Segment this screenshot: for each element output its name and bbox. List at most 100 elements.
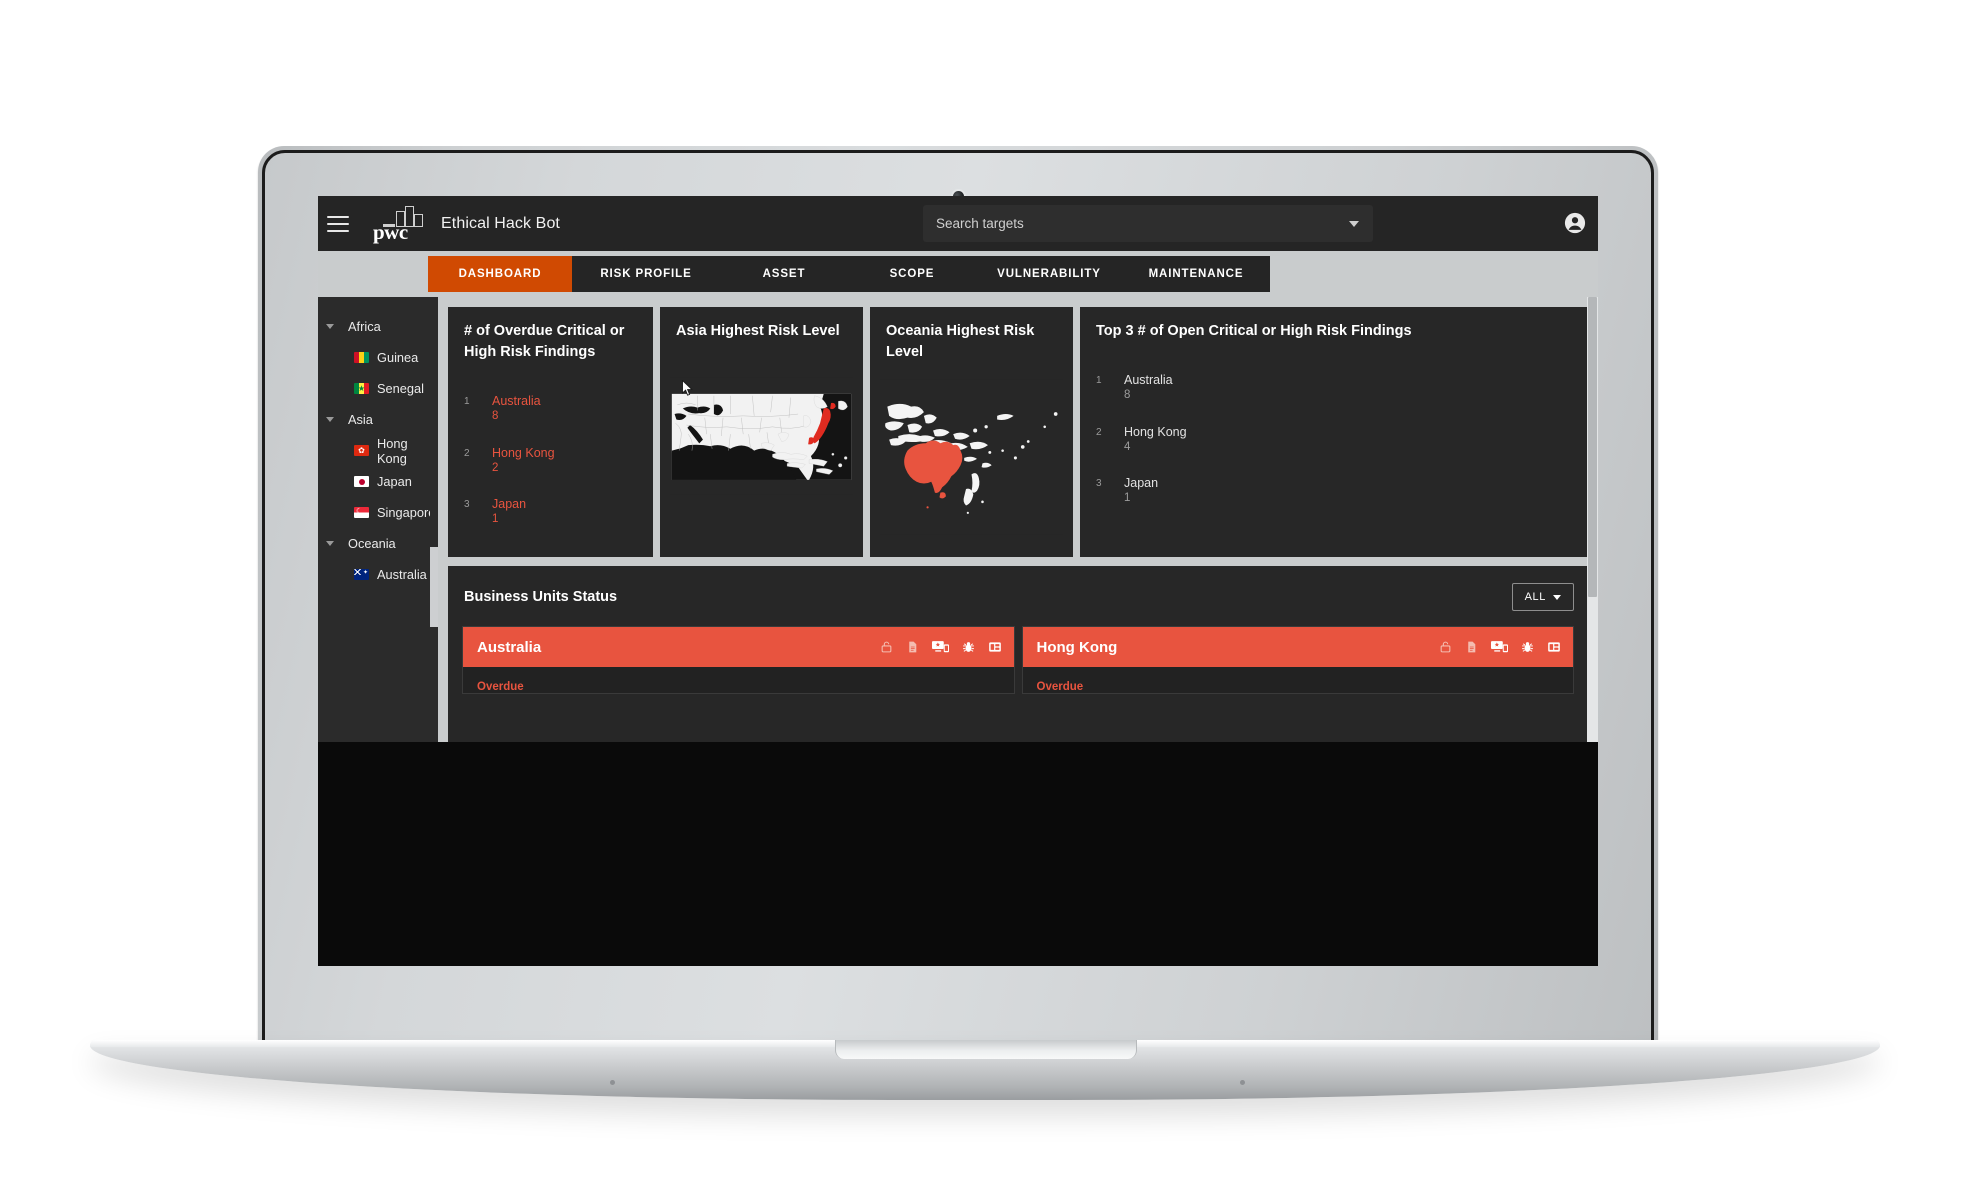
tab-label: MAINTENANCE bbox=[1148, 268, 1244, 280]
rank-number: 1 bbox=[464, 396, 470, 408]
rank-value: 2 bbox=[492, 461, 499, 474]
business-unit-card[interactable]: Australia Overdue bbox=[462, 626, 1015, 694]
rank-country: Japan bbox=[1124, 476, 1159, 491]
laptop-trackpad-notch bbox=[835, 1040, 1137, 1059]
flag-japan-icon bbox=[354, 476, 369, 487]
flag-au-icon bbox=[354, 569, 369, 580]
card-asia-risk-map: Asia Highest Risk Level bbox=[660, 307, 863, 557]
rank-country: Hong Kong bbox=[492, 445, 555, 460]
app-viewport: Africa Guinea Senegal Asia Hong Kong Japan Sin… bbox=[318, 297, 1598, 742]
sidebar-item-label: Japan bbox=[377, 474, 412, 489]
open-findings-list: 1 Australia 8 2 Hong Kong 4 3 Japan 1 bbox=[1080, 342, 1588, 507]
sidebar-scrollbar[interactable] bbox=[430, 297, 438, 742]
tab-scope[interactable]: SCOPE bbox=[848, 256, 976, 292]
pwc-wordmark: pwc bbox=[373, 219, 408, 244]
tab-risk-profile[interactable]: RISK PROFILE bbox=[572, 256, 720, 292]
sidebar-item-senegal[interactable]: Senegal bbox=[318, 373, 438, 404]
business-units-header: Business Units Status ALL bbox=[448, 566, 1588, 611]
devices-icon[interactable] bbox=[931, 640, 949, 654]
asia-map[interactable] bbox=[670, 356, 853, 516]
list-item[interactable]: 1 Australia 8 bbox=[464, 393, 653, 425]
devices-icon[interactable] bbox=[1491, 640, 1508, 654]
tab-vulnerability[interactable]: VULNERABILITY bbox=[976, 256, 1122, 292]
laptop-foot-dot bbox=[610, 1080, 615, 1085]
business-unit-card[interactable]: Hong Kong Overdue bbox=[1021, 626, 1574, 694]
search-bar[interactable] bbox=[923, 205, 1373, 242]
sidebar-item-singapore[interactable]: Singapore bbox=[318, 497, 438, 528]
tab-maintenance[interactable]: MAINTENANCE bbox=[1122, 256, 1270, 292]
sidebar-item-japan[interactable]: Japan bbox=[318, 466, 438, 497]
card-oceania-risk-map: Oceania Highest Risk Level bbox=[870, 307, 1073, 557]
business-units-panel: Business Units Status ALL Australia Overd… bbox=[448, 566, 1588, 742]
account-circle-icon[interactable] bbox=[1564, 212, 1586, 234]
flag-senegal-icon bbox=[354, 383, 369, 394]
screenshot-stage: pwc Ethical Hack Bot DASHBOARD RISK PROFI… bbox=[0, 0, 1972, 1196]
sidebar-group-asia[interactable]: Asia bbox=[318, 404, 438, 435]
business-unit-cards: Australia Overdue Hong Kong Overdue bbox=[448, 611, 1588, 694]
status-badge: Overdue bbox=[477, 681, 524, 693]
sidebar-item-hong-kong[interactable]: Hong Kong bbox=[318, 435, 438, 466]
document-icon[interactable] bbox=[906, 640, 919, 654]
content-scrollbar[interactable] bbox=[1587, 297, 1598, 742]
chevron-down-icon[interactable] bbox=[326, 417, 334, 422]
business-unit-card-header: Hong Kong bbox=[1022, 627, 1573, 667]
pwc-logo: pwc bbox=[369, 203, 429, 245]
tab-label: RISK PROFILE bbox=[600, 268, 692, 280]
dashboard-icon[interactable] bbox=[1547, 640, 1561, 654]
oceania-map[interactable] bbox=[880, 377, 1063, 537]
sidebar: Africa Guinea Senegal Asia Hong Kong Japan Sin… bbox=[318, 297, 438, 742]
sidebar-item-guinea[interactable]: Guinea bbox=[318, 342, 438, 373]
app-header: pwc Ethical Hack Bot bbox=[318, 196, 1598, 251]
business-units-filter-label: ALL bbox=[1524, 591, 1546, 603]
rank-value: 8 bbox=[1124, 389, 1131, 402]
rank-value: 8 bbox=[492, 410, 499, 423]
sidebar-item-australia[interactable]: Australia bbox=[318, 559, 438, 590]
page-title: Ethical Hack Bot bbox=[441, 214, 560, 232]
nav-tabs: DASHBOARD RISK PROFILE ASSET SCOPE VULNERABI… bbox=[428, 256, 1270, 292]
rank-number: 2 bbox=[464, 447, 470, 459]
business-unit-icon-group bbox=[880, 640, 1002, 654]
rank-value: 4 bbox=[1124, 440, 1131, 453]
rank-number: 3 bbox=[464, 499, 470, 511]
chevron-down-icon[interactable] bbox=[326, 324, 334, 329]
sidebar-group-africa[interactable]: Africa bbox=[318, 311, 438, 342]
dashboard-icon[interactable] bbox=[988, 640, 1002, 654]
status-badge: Overdue bbox=[1036, 681, 1084, 693]
bug-icon[interactable] bbox=[962, 640, 975, 654]
card-title: Asia Highest Risk Level bbox=[676, 323, 840, 339]
tab-label: SCOPE bbox=[889, 268, 935, 280]
list-item[interactable]: 3 Japan 1 bbox=[1096, 475, 1588, 507]
search-input[interactable] bbox=[923, 215, 1349, 232]
laptop-base bbox=[90, 1040, 1880, 1100]
tab-asset[interactable]: ASSET bbox=[720, 256, 848, 292]
business-unit-name: Hong Kong bbox=[1036, 638, 1118, 656]
bug-icon[interactable] bbox=[1521, 640, 1534, 654]
flag-sg-icon bbox=[354, 507, 369, 518]
sidebar-scrollbar-thumb[interactable] bbox=[430, 547, 438, 627]
list-item[interactable]: 2 Hong Kong 4 bbox=[1096, 424, 1588, 456]
chevron-down-icon[interactable] bbox=[1349, 220, 1359, 227]
chevron-down-icon[interactable] bbox=[326, 541, 334, 546]
list-item[interactable]: 1 Australia 8 bbox=[1096, 372, 1588, 404]
list-item[interactable]: 3 Japan 1 bbox=[464, 496, 653, 528]
business-unit-card-header: Australia bbox=[463, 627, 1014, 667]
flag-guinea-icon bbox=[354, 352, 369, 363]
tab-dashboard[interactable]: DASHBOARD bbox=[428, 256, 572, 292]
flag-hk-icon bbox=[354, 445, 369, 456]
tab-label: VULNERABILITY bbox=[997, 268, 1101, 280]
business-unit-card-body: Overdue bbox=[1023, 667, 1574, 693]
sidebar-item-label: Singapore bbox=[377, 505, 436, 520]
unlock-icon[interactable] bbox=[880, 640, 893, 654]
document-icon[interactable] bbox=[1465, 640, 1478, 654]
unlock-icon[interactable] bbox=[1439, 640, 1452, 654]
hamburger-icon[interactable] bbox=[327, 215, 349, 232]
overdue-findings-list: 1 Australia 8 2 Hong Kong 2 3 Japan 1 bbox=[448, 363, 653, 528]
tab-label: ASSET bbox=[762, 268, 806, 280]
sidebar-group-label: Africa bbox=[348, 319, 381, 334]
tab-label: DASHBOARD bbox=[458, 268, 542, 280]
list-item[interactable]: 2 Hong Kong 2 bbox=[464, 445, 653, 477]
business-units-filter[interactable]: ALL bbox=[1511, 583, 1574, 611]
sidebar-group-oceania[interactable]: Oceania bbox=[318, 528, 438, 559]
rank-number: 1 bbox=[1096, 375, 1102, 387]
content-scrollbar-thumb[interactable] bbox=[1588, 297, 1597, 597]
